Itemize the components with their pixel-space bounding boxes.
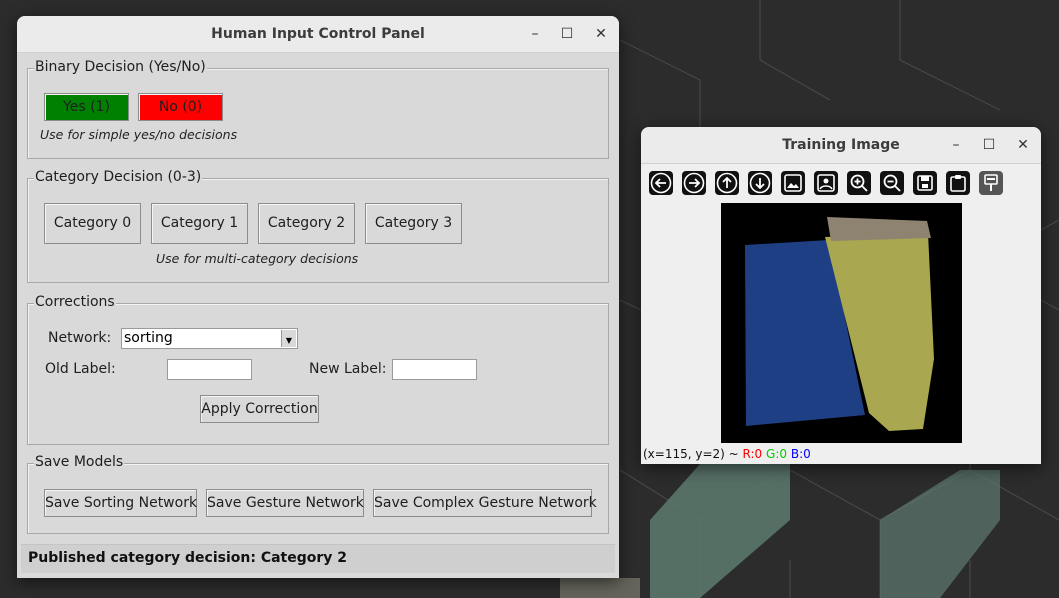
category-2-button[interactable]: Category 2 bbox=[258, 203, 355, 244]
binary-decision-group: Binary Decision (Yes/No) Yes (1) No (0) … bbox=[27, 59, 609, 159]
coords-text: (x=115, y=2) ~ bbox=[643, 447, 739, 461]
corrections-group: Corrections Network: sorting ▼ Old Label… bbox=[27, 294, 609, 445]
save-gesture-network-button[interactable]: Save Gesture Network bbox=[206, 489, 364, 517]
corrections-legend: Corrections bbox=[34, 294, 116, 310]
new-label-label: New Label: bbox=[309, 361, 387, 377]
network-dropdown[interactable]: sorting ▼ bbox=[121, 328, 298, 349]
category-3-button[interactable]: Category 3 bbox=[365, 203, 462, 244]
maximize-icon[interactable]: ☐ bbox=[977, 133, 1001, 157]
clipboard-icon[interactable] bbox=[946, 171, 970, 195]
no-button[interactable]: No (0) bbox=[138, 93, 223, 121]
image-settings-icon[interactable] bbox=[814, 171, 838, 195]
status-bar: Published category decision: Category 2 bbox=[21, 544, 615, 573]
training-image bbox=[721, 203, 962, 443]
image-icon[interactable] bbox=[781, 171, 805, 195]
zoom-out-icon[interactable] bbox=[880, 171, 904, 195]
new-label-input[interactable] bbox=[392, 359, 477, 380]
yes-button[interactable]: Yes (1) bbox=[44, 93, 129, 121]
training-image-window: Training Image – ☐ ✕ (x=115, y=2) ~ R:0 … bbox=[641, 127, 1041, 464]
save-models-group: Save Models Save Sorting Network Save Ge… bbox=[27, 454, 609, 534]
forward-icon[interactable] bbox=[682, 171, 706, 195]
red-value: R:0 bbox=[742, 447, 763, 461]
category-decision-group: Category Decision (0-3) Category 0 Categ… bbox=[27, 169, 609, 283]
stencil-icon[interactable] bbox=[979, 171, 1003, 195]
save-icon[interactable] bbox=[913, 171, 937, 195]
category-1-button[interactable]: Category 1 bbox=[151, 203, 248, 244]
down-icon[interactable] bbox=[748, 171, 772, 195]
category-decision-legend: Category Decision (0-3) bbox=[34, 169, 203, 185]
old-label-input[interactable] bbox=[167, 359, 252, 380]
save-sorting-network-button[interactable]: Save Sorting Network bbox=[44, 489, 197, 517]
category-note: Use for multi-category decisions bbox=[156, 251, 359, 266]
pan-icon[interactable] bbox=[715, 171, 739, 195]
binary-decision-legend: Binary Decision (Yes/No) bbox=[34, 59, 207, 75]
control-panel-window: Human Input Control Panel – ☐ ✕ Binary D… bbox=[17, 16, 619, 578]
back-icon[interactable] bbox=[649, 171, 673, 195]
category-0-button[interactable]: Category 0 bbox=[44, 203, 141, 244]
status-text: Published category decision: Category 2 bbox=[28, 550, 348, 566]
save-complex-gesture-network-button[interactable]: Save Complex Gesture Network bbox=[373, 489, 597, 517]
minimize-icon[interactable]: – bbox=[944, 133, 968, 157]
network-label: Network: bbox=[48, 330, 112, 346]
zoom-in-icon[interactable] bbox=[847, 171, 871, 195]
save-models-legend: Save Models bbox=[34, 454, 125, 470]
apply-correction-button[interactable]: Apply Correction bbox=[200, 395, 319, 423]
old-label-label: Old Label: bbox=[45, 361, 116, 377]
control-panel-titlebar[interactable]: Human Input Control Panel – ☐ ✕ bbox=[17, 16, 619, 53]
blue-value: B:0 bbox=[790, 447, 811, 461]
pixel-readout: (x=115, y=2) ~ R:0 G:0 B:0 bbox=[643, 447, 811, 461]
binary-note: Use for simple yes/no decisions bbox=[40, 127, 238, 142]
training-image-titlebar[interactable]: Training Image – ☐ ✕ bbox=[641, 127, 1041, 164]
close-icon[interactable]: ✕ bbox=[1011, 133, 1035, 157]
maximize-icon[interactable]: ☐ bbox=[555, 22, 579, 46]
close-icon[interactable]: ✕ bbox=[589, 22, 613, 46]
minimize-icon[interactable]: – bbox=[523, 22, 547, 46]
network-selected-value: sorting bbox=[124, 330, 173, 346]
green-value: G:0 bbox=[766, 447, 788, 461]
chevron-down-icon[interactable]: ▼ bbox=[281, 330, 296, 347]
